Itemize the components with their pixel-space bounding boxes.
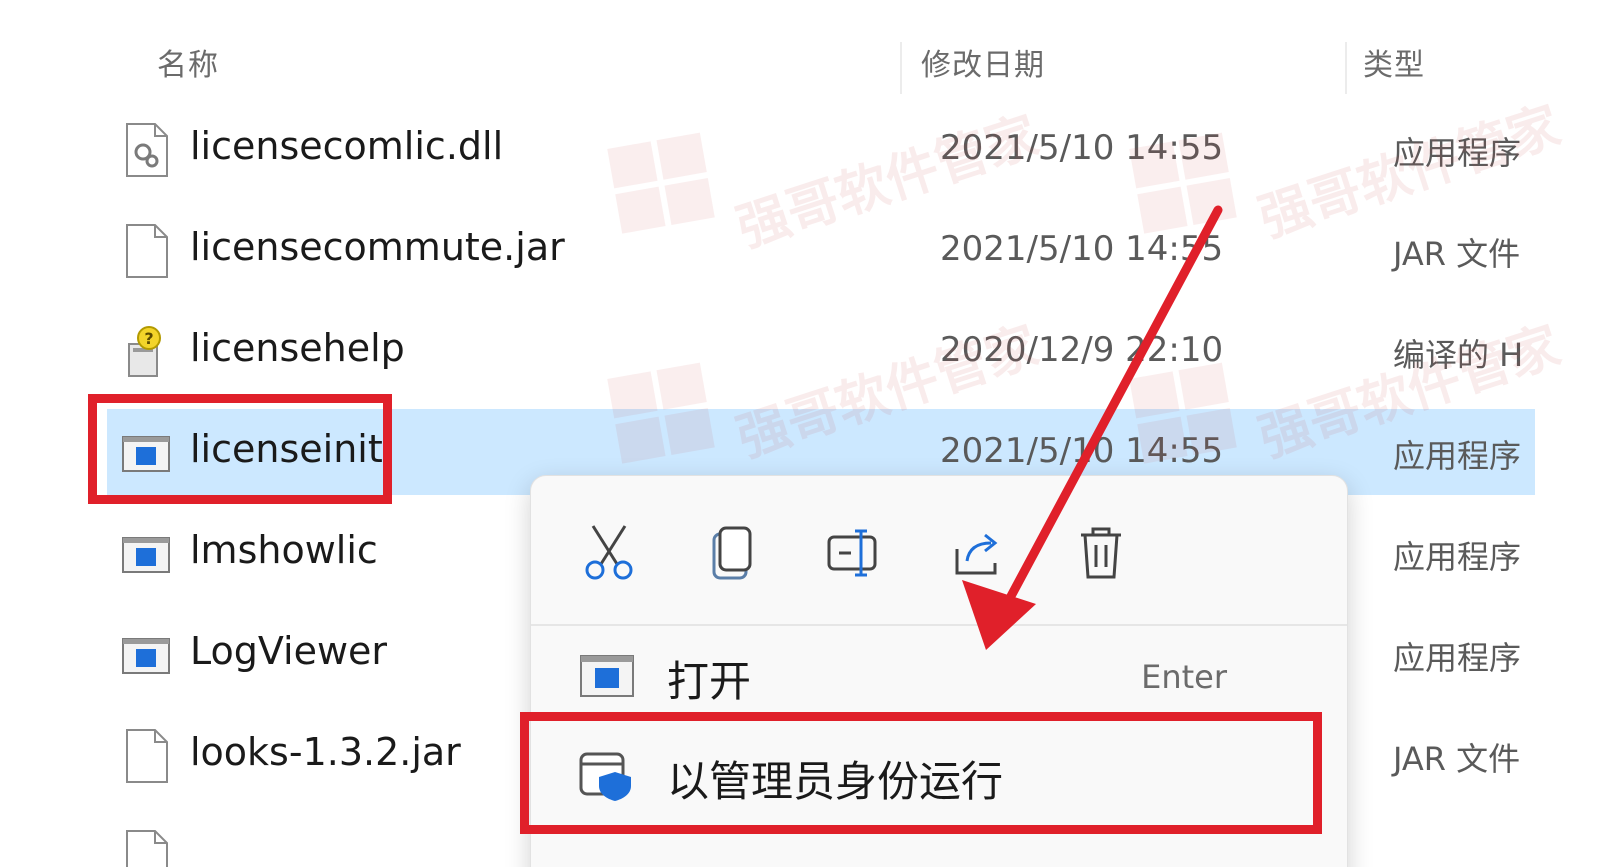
- application-icon: [122, 638, 170, 674]
- menu-item-shortcut: Enter: [1141, 658, 1227, 696]
- admin-shield-icon: [579, 752, 631, 801]
- blank-file-icon: [126, 224, 168, 278]
- application-icon: [122, 436, 170, 472]
- file-date: 2021/5/10 14:55: [940, 229, 1224, 269]
- file-type: JAR 文件: [1393, 740, 1521, 778]
- share-icon: [955, 533, 998, 575]
- copy-icon: [712, 526, 752, 580]
- cut-button[interactable]: [574, 518, 644, 588]
- blank-file-icon: [126, 830, 168, 867]
- menu-item-run-as-admin[interactable]: 以管理员身份运行: [531, 726, 1347, 826]
- file-name: licenseinit: [190, 427, 383, 471]
- file-date: 2021/5/10 14:55: [940, 128, 1224, 168]
- menu-item-label: 以管理员身份运行: [667, 757, 1004, 806]
- file-name: licensecommute.jar: [190, 225, 565, 269]
- file-name: looks-1.3.2.jar: [190, 730, 461, 774]
- share-button[interactable]: [943, 518, 1013, 588]
- file-type: 应用程序: [1393, 134, 1522, 172]
- file-row-licensecommute[interactable]: licensecommute.jar 2021/5/10 14:55 JAR 文…: [0, 201, 1600, 302]
- delete-button[interactable]: [1066, 518, 1136, 588]
- svg-text:?: ?: [144, 329, 153, 348]
- file-name: licensecomlic.dll: [190, 124, 504, 168]
- column-header-date-modified[interactable]: 修改日期: [921, 40, 1045, 84]
- copy-button[interactable]: [697, 518, 767, 588]
- column-divider[interactable]: [1345, 42, 1347, 94]
- file-type: 编译的 H: [1393, 336, 1524, 374]
- file-explorer: 名称 修改日期 类型 licensecomlic.dll 2021/5/10 1…: [0, 0, 1600, 867]
- file-type: 应用程序: [1393, 538, 1522, 576]
- delete-icon: [1081, 527, 1121, 579]
- column-header-name[interactable]: 名称: [157, 40, 219, 84]
- application-icon: [122, 537, 170, 573]
- file-type: 应用程序: [1393, 437, 1522, 475]
- rename-button[interactable]: [820, 518, 890, 588]
- rename-icon: [827, 529, 877, 577]
- context-menu: 打开 Enter 以管理员身份运行: [530, 475, 1348, 867]
- file-date: 2021/5/10 14:55: [940, 431, 1224, 471]
- file-name: LogViewer: [190, 629, 388, 673]
- column-header-type[interactable]: 类型: [1363, 40, 1425, 84]
- cut-icon: [585, 525, 633, 580]
- file-type: JAR 文件: [1393, 235, 1521, 273]
- menu-item-open[interactable]: 打开 Enter: [531, 626, 1347, 726]
- dll-file-icon: [126, 123, 168, 177]
- file-name: lmshowlic: [190, 528, 378, 572]
- help-file-icon: ?: [128, 326, 161, 377]
- application-icon: [580, 655, 634, 697]
- file-date: 2020/12/9 22:10: [940, 330, 1224, 370]
- file-name: licensehelp: [190, 326, 405, 370]
- file-row-licensehelp[interactable]: ? licensehelp 2020/12/9 22:10 编译的 H: [0, 302, 1600, 403]
- file-type: 应用程序: [1393, 639, 1522, 677]
- column-divider[interactable]: [900, 42, 902, 94]
- context-menu-toolbar: [531, 476, 1347, 624]
- blank-file-icon: [126, 729, 168, 783]
- menu-item-label: 打开: [667, 657, 752, 706]
- file-row-licensecomlic[interactable]: licensecomlic.dll 2021/5/10 14:55 应用程序: [0, 100, 1600, 201]
